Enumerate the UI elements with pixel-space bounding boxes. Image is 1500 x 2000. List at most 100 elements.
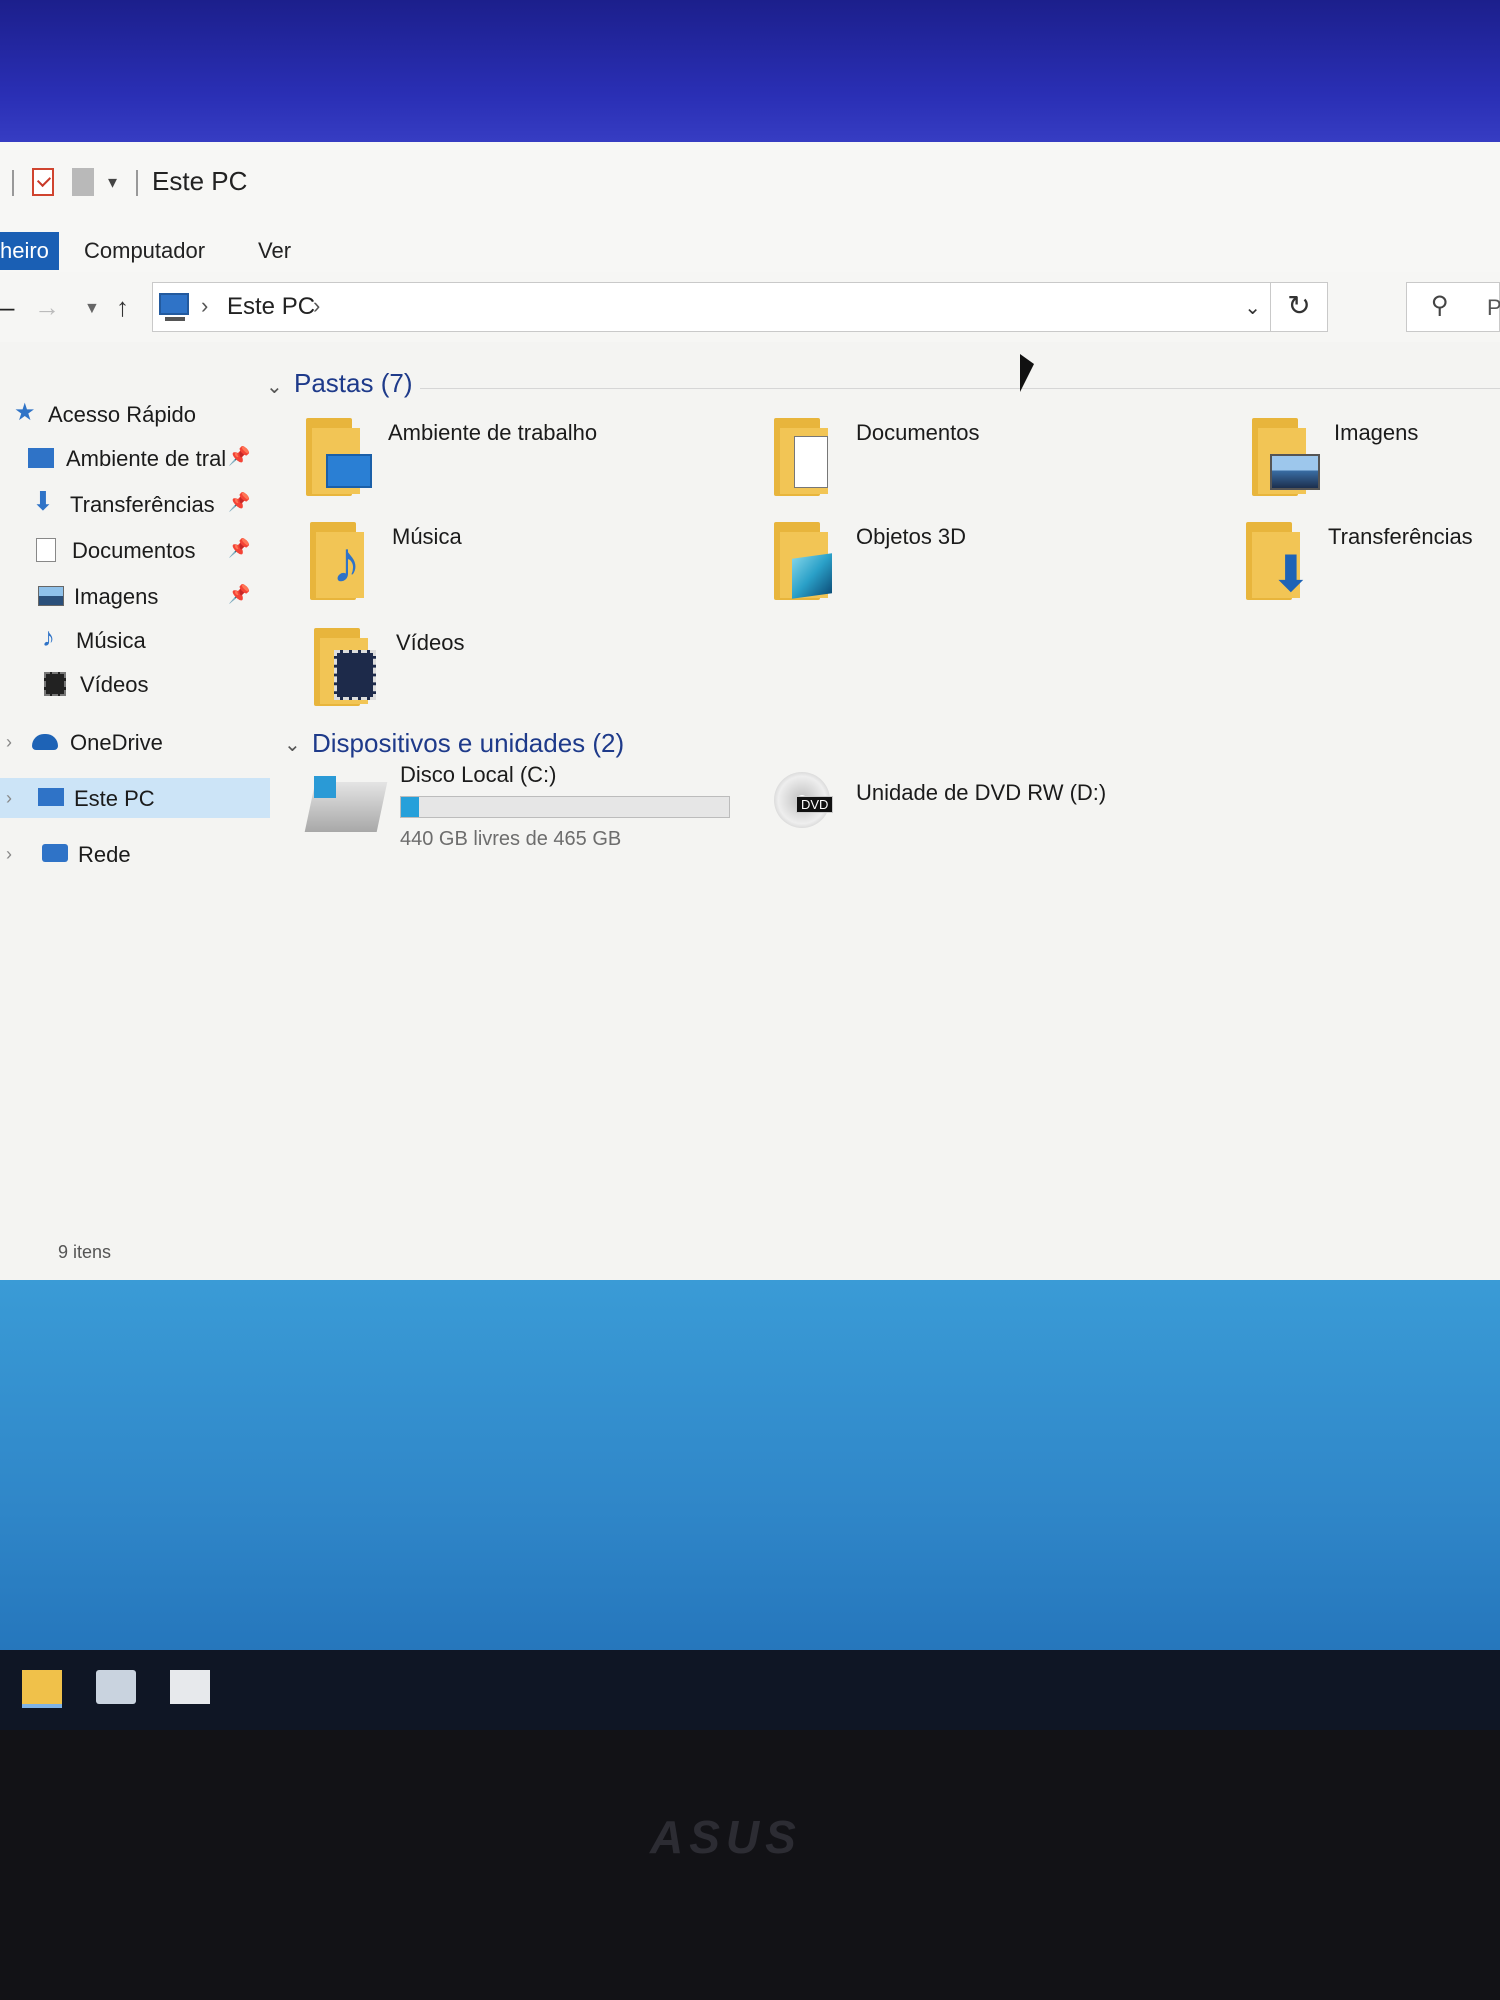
folder-pictures[interactable]: Imagens (1252, 418, 1500, 518)
folder-label: Música (392, 524, 462, 549)
folder-documents[interactable]: Documentos (774, 418, 1194, 518)
drive-c[interactable]: Disco Local (C:) 440 GB livres de 465 GB (304, 762, 730, 872)
document-icon (36, 538, 56, 562)
folder-label: Ambiente de trabalho (388, 420, 598, 445)
tab-view[interactable]: Ver (244, 232, 305, 270)
back-arrow-icon[interactable]: – (0, 292, 14, 323)
nav-item-pictures[interactable]: Imagens 📌 (0, 576, 270, 616)
downloads-folder-icon: ⬇ (1246, 522, 1316, 602)
expand-chevron-icon[interactable]: › (6, 844, 12, 865)
desktop-folder-icon (306, 418, 376, 498)
navigation-bar: – → ▼ ↑ › Este PC › ⌄ ↻ ⚲ P (0, 272, 1500, 342)
nav-onedrive[interactable]: › OneDrive (0, 722, 270, 762)
drive-usage-fill (401, 797, 419, 817)
nav-label: Transferências (70, 492, 215, 517)
monitor-brand-logo: ASUS (650, 1811, 802, 1863)
forward-arrow-icon[interactable]: → (34, 292, 60, 323)
search-placeholder: P (1487, 295, 1500, 320)
folder-videos[interactable]: Vídeos (314, 628, 734, 728)
nav-rede[interactable]: › Rede (0, 834, 270, 874)
mail-taskbar-icon[interactable] (170, 1670, 210, 1704)
music-folder-icon: ♪ (310, 522, 380, 602)
recent-locations-icon[interactable]: ▼ (84, 300, 100, 318)
nav-item-documents[interactable]: Documentos 📌 (0, 530, 270, 570)
drive-d[interactable]: DVD Unidade de DVD RW (D:) (766, 762, 1186, 872)
folder-label: Objetos 3D (856, 524, 967, 549)
nav-label: Vídeos (80, 672, 149, 697)
address-bar[interactable]: › Este PC › ⌄ ↻ (152, 282, 1328, 332)
pin-icon[interactable]: 📌 (228, 584, 250, 605)
drive-usage-bar (400, 796, 730, 818)
pin-icon[interactable]: 📌 (228, 538, 250, 559)
up-arrow-icon[interactable]: ↑ (116, 292, 129, 323)
folder-label: Documentos (856, 420, 980, 445)
expand-chevron-icon[interactable]: › (6, 732, 12, 753)
nav-label: Imagens (74, 584, 159, 609)
title-bar: ▾ Este PC (0, 142, 1500, 222)
new-folder-icon[interactable] (72, 168, 94, 196)
address-history-dropdown-icon[interactable]: ⌄ (1244, 295, 1261, 320)
star-icon: ★ (14, 399, 36, 426)
folder-3d-objects[interactable]: Objetos 3D (774, 522, 1194, 622)
nav-este-pc[interactable]: › Este PC (0, 778, 270, 818)
tab-computer[interactable]: Computador (70, 232, 219, 270)
folder-desktop[interactable]: Ambiente de trabalho (306, 418, 726, 518)
search-icon: ⚲ (1431, 292, 1449, 319)
search-box[interactable]: ⚲ P (1406, 282, 1500, 332)
nav-item-videos[interactable]: Vídeos (0, 664, 270, 704)
collapse-chevron-icon[interactable]: ⌄ (284, 732, 301, 757)
window-title: Este PC (152, 166, 248, 196)
windows-logo-icon (314, 776, 336, 798)
collapse-chevron-icon[interactable]: ⌄ (266, 374, 283, 399)
nav-label: OneDrive (70, 730, 163, 755)
expand-chevron-icon[interactable]: › (6, 788, 12, 809)
quick-access-dropdown-icon[interactable]: ▾ (108, 172, 117, 193)
folder-downloads[interactable]: ⬇ Transferências (1246, 522, 1500, 622)
folder-label: Imagens (1334, 420, 1419, 445)
desktop-wallpaper-bottom (0, 1280, 1500, 1700)
folder-music[interactable]: ♪ Música (310, 522, 730, 622)
onedrive-cloud-icon (32, 734, 58, 750)
dvd-badge: DVD (796, 796, 834, 813)
group-header-folders[interactable]: Pastas (7) (294, 368, 413, 399)
nav-label: Acesso Rápido (48, 402, 196, 427)
group-divider (420, 388, 1500, 389)
tab-file[interactable]: heiro (0, 232, 59, 270)
breadcrumb-chevron-icon[interactable]: › (313, 293, 320, 319)
desktop-wallpaper-top (0, 0, 1500, 160)
this-pc-icon (38, 788, 64, 806)
refresh-icon[interactable]: ↻ (1270, 283, 1327, 331)
nav-label: Documentos (72, 538, 196, 563)
breadcrumb-chevron-icon[interactable]: › (201, 293, 208, 319)
properties-icon[interactable] (32, 168, 54, 196)
nav-item-desktop[interactable]: Ambiente de tral 📌 (0, 438, 270, 478)
nav-item-downloads[interactable]: ⬇ Transferências 📌 (0, 484, 270, 524)
file-explorer-window: ▾ Este PC heiro Computador Ver – → ▼ ↑ ›… (0, 142, 1500, 1312)
group-header-devices[interactable]: Dispositivos e unidades (2) (312, 728, 624, 759)
3d-objects-folder-icon (774, 522, 844, 602)
nav-item-music[interactable]: ♪ Música (0, 620, 270, 660)
folder-label: Transferências (1328, 524, 1473, 549)
store-taskbar-icon[interactable] (96, 1670, 136, 1704)
content-pane: ⌄ Pastas (7) Ambiente de trabalho Docume… (266, 342, 1500, 1242)
music-icon: ♪ (42, 622, 55, 652)
folder-label: Vídeos (396, 630, 465, 655)
videos-folder-icon (314, 628, 384, 708)
breadcrumb-este-pc[interactable]: Este PC (227, 293, 315, 321)
nav-label: Este PC (74, 786, 155, 811)
mouse-cursor-icon (1020, 354, 1034, 392)
item-count: 9 itens (58, 1242, 112, 1262)
ribbon-tabs: heiro Computador Ver (0, 222, 1500, 273)
file-explorer-taskbar-icon[interactable] (22, 1670, 62, 1708)
title-separator (136, 170, 138, 196)
network-icon (42, 844, 68, 862)
status-bar: 9 itens (0, 1232, 1500, 1272)
pin-icon[interactable]: 📌 (228, 446, 250, 467)
pin-icon[interactable]: 📌 (228, 492, 250, 513)
documents-folder-icon (774, 418, 844, 498)
this-pc-icon (159, 293, 189, 321)
drive-label: Disco Local (C:) (400, 762, 557, 787)
nav-label: Ambiente de tral (66, 446, 227, 471)
download-icon: ⬇ (32, 486, 54, 516)
nav-quick-access[interactable]: ★ Acesso Rápido (0, 394, 270, 434)
